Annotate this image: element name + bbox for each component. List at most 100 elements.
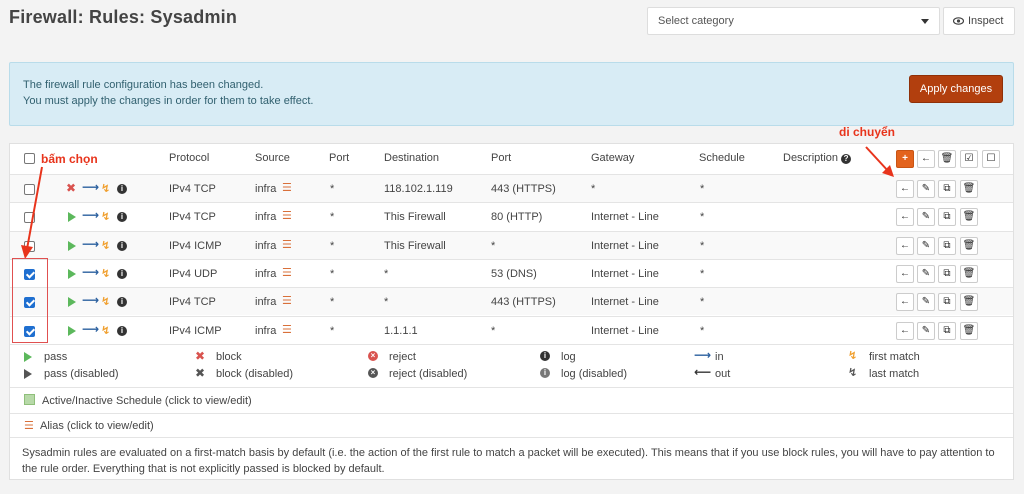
rule-protocol: IPv4 ICMP [169, 240, 222, 252]
rules-description-line-2: the rule order. Everything that is not e… [22, 463, 385, 475]
edit-rule-button[interactable]: ✎ [917, 265, 935, 283]
rule-destination: 118.102.1.119 [384, 183, 453, 195]
inspect-button-label: Inspect [968, 15, 1004, 27]
rules-description-line-1: Sysadmin rules are evaluated on a first-… [22, 447, 995, 459]
pass-icon[interactable] [68, 269, 76, 279]
delete-rule-button[interactable]: 🗑 [960, 237, 978, 255]
apply-changes-button[interactable]: Apply changes [909, 75, 1003, 103]
move-selected-button[interactable]: ← [917, 150, 935, 168]
header-protocol: Protocol [169, 152, 210, 164]
inspect-button[interactable]: Inspect [943, 7, 1015, 35]
in-arrow-icon: ⟶ [82, 180, 100, 194]
eye-icon [953, 17, 964, 25]
add-rule-button[interactable]: + [896, 150, 914, 168]
copy-rule-button[interactable]: ⧉ [938, 265, 956, 283]
last-match-icon: ↯ [848, 367, 858, 379]
enable-selected-button[interactable]: ☑ [960, 150, 978, 168]
legend-pass: pass [44, 351, 68, 363]
block-disabled-icon: ✖ [195, 366, 206, 380]
schedule-note[interactable]: Active/Inactive Schedule (click to view/… [42, 395, 252, 407]
move-rule-button[interactable]: ← [896, 180, 914, 198]
pass-icon[interactable] [68, 326, 76, 336]
log-icon[interactable]: i [117, 297, 127, 307]
select-annotation-arrow [21, 166, 43, 259]
edit-rule-button[interactable]: ✎ [917, 237, 935, 255]
edit-rule-button[interactable]: ✎ [917, 180, 935, 198]
delete-rule-button[interactable]: 🗑 [960, 208, 978, 226]
alias-list-icon[interactable]: ☰ [282, 181, 292, 194]
in-arrow-icon: ⟶ [694, 348, 712, 362]
legend-reject: reject [389, 351, 416, 363]
rule-schedule: * [700, 325, 705, 337]
alias-list-icon[interactable]: ☰ [282, 294, 292, 307]
log-disabled-icon: i [540, 368, 550, 378]
edit-rule-button[interactable]: ✎ [917, 322, 935, 340]
delete-rule-button[interactable]: 🗑 [960, 180, 978, 198]
log-icon[interactable]: i [117, 241, 127, 251]
rule-destination: * [384, 268, 389, 280]
pass-icon[interactable] [68, 212, 76, 222]
legend-out: out [715, 368, 731, 380]
log-icon[interactable]: i [117, 212, 127, 222]
reject-icon: × [368, 351, 378, 361]
rule-gateway: * [591, 183, 596, 195]
header-gateway: Gateway [591, 152, 635, 164]
log-icon[interactable]: i [117, 184, 127, 194]
select-all-checkbox[interactable] [24, 153, 35, 164]
rule-protocol: IPv4 TCP [169, 183, 216, 195]
rule-source: infra [255, 240, 277, 252]
legend-pass-disabled: pass (disabled) [44, 368, 119, 380]
move-rule-button[interactable]: ← [896, 293, 914, 311]
header-description: Description? [783, 152, 852, 164]
copy-rule-button[interactable]: ⧉ [938, 208, 956, 226]
first-match-icon: ↯ [101, 183, 111, 195]
copy-rule-button[interactable]: ⧉ [938, 180, 956, 198]
rule-schedule: * [700, 268, 705, 280]
copy-rule-button[interactable]: ⧉ [938, 293, 956, 311]
move-rule-button[interactable]: ← [896, 322, 914, 340]
pass-icon[interactable] [68, 241, 76, 251]
move-annotation-arrow [865, 146, 894, 177]
rule-schedule: * [700, 240, 705, 252]
select-annotation: bấm chọn [41, 152, 98, 166]
log-icon[interactable]: i [117, 326, 127, 336]
legend-block-disabled: block (disabled) [216, 368, 294, 380]
help-icon[interactable]: ? [841, 154, 852, 164]
first-match-icon: ↯ [101, 240, 111, 252]
in-arrow-icon: ⟶ [82, 208, 100, 222]
move-rule-button[interactable]: ← [896, 265, 914, 283]
category-select[interactable]: Select category [647, 7, 940, 35]
block-icon[interactable]: ✖ [66, 181, 76, 195]
first-match-icon: ↯ [101, 325, 111, 337]
in-arrow-icon: ⟶ [82, 293, 100, 307]
rule-gateway: Internet - Line [591, 296, 659, 308]
move-rule-button[interactable]: ← [896, 237, 914, 255]
copy-rule-button[interactable]: ⧉ [938, 322, 956, 340]
in-arrow-icon: ⟶ [82, 265, 100, 279]
move-rule-button[interactable]: ← [896, 208, 914, 226]
delete-selected-button[interactable]: 🗑 [938, 150, 956, 168]
table-row: ⟶ ↯ i IPv4 ICMP infra ☰ * 1.1.1.1 * Internet - Li… [10, 316, 1013, 344]
move-annotation: di chuyển [839, 125, 896, 139]
alias-list-icon[interactable]: ☰ [282, 238, 292, 251]
edit-rule-button[interactable]: ✎ [917, 208, 935, 226]
rule-source: infra [255, 325, 277, 337]
alias-list-icon[interactable]: ☰ [282, 266, 292, 279]
schedule-note-row: Active/Inactive Schedule (click to view/… [10, 387, 1013, 413]
alias-note[interactable]: Alias (click to view/edit) [40, 420, 154, 432]
legend-last-match: last match [869, 368, 920, 380]
delete-rule-button[interactable]: 🗑 [960, 322, 978, 340]
copy-rule-button[interactable]: ⧉ [938, 237, 956, 255]
disable-selected-button[interactable]: ☐ [982, 150, 1000, 168]
edit-rule-button[interactable]: ✎ [917, 293, 935, 311]
pass-icon[interactable] [68, 297, 76, 307]
delete-rule-button[interactable]: 🗑 [960, 293, 978, 311]
delete-rule-button[interactable]: 🗑 [960, 265, 978, 283]
rule-destination: 1.1.1.1 [384, 325, 418, 337]
log-icon[interactable]: i [117, 269, 127, 279]
page-title: Firewall: Rules: Sysadmin [9, 7, 238, 27]
alias-list-icon[interactable]: ☰ [282, 209, 292, 222]
header-schedule: Schedule [699, 152, 745, 164]
rule-protocol: IPv4 TCP [169, 211, 216, 223]
alias-list-icon[interactable]: ☰ [282, 323, 292, 336]
